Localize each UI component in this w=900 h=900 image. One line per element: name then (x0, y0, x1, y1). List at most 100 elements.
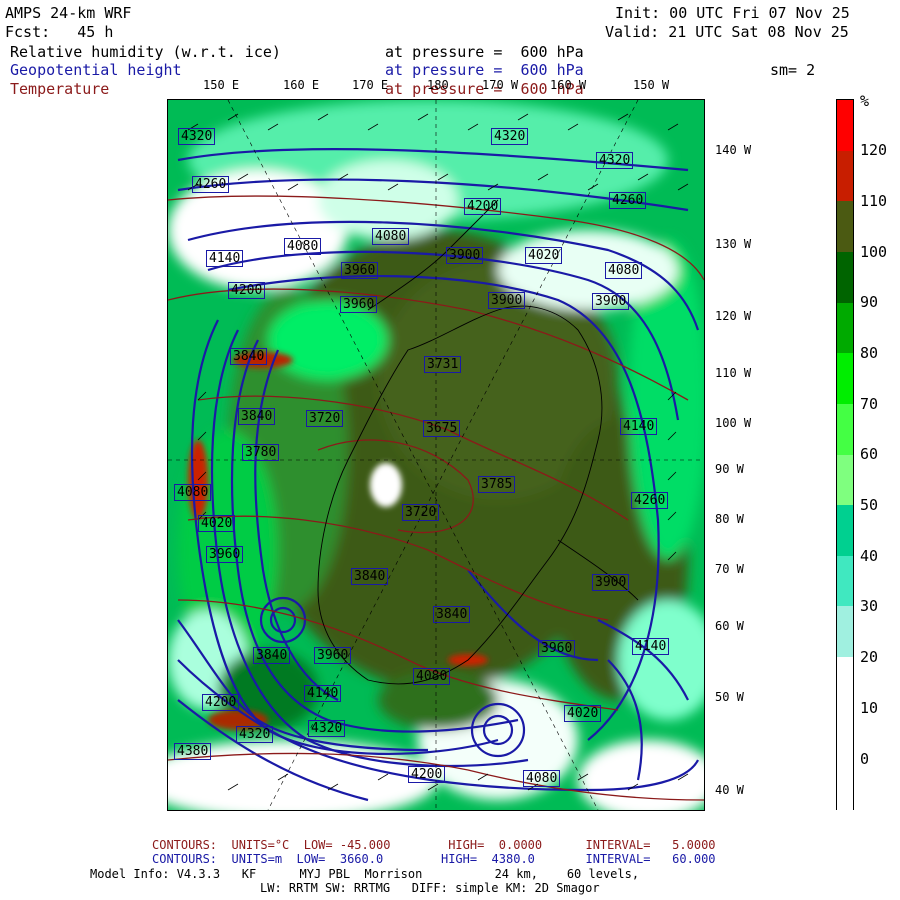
field-height-level: at pressure = 600 hPa (385, 61, 584, 79)
height-label: 3840 (433, 606, 471, 623)
height-label: 3840 (351, 568, 389, 585)
height-label: 4140 (304, 685, 342, 702)
height-label: 4020 (198, 515, 236, 532)
colorbar-segment (837, 100, 853, 152)
right-lon-label: 120 W (715, 309, 752, 323)
colorbar-label: 60 (860, 445, 879, 463)
height-label: 3960 (340, 296, 378, 313)
field-height-name: Geopotential height (10, 61, 182, 79)
field-rh-level: at pressure = 600 hPa (385, 43, 584, 61)
colorbar-label: 90 (860, 293, 879, 311)
height-label: 4320 (236, 726, 274, 743)
right-lon-label: 90 W (715, 462, 744, 476)
height-label: 4020 (525, 247, 563, 264)
colorbar (836, 99, 854, 810)
right-lon-label: 60 W (715, 619, 744, 633)
height-label: 4260 (609, 192, 647, 209)
model-info: Model Info: V4.3.3 KF MYJ PBL Morrison 2… (90, 867, 640, 881)
height-label: 3720 (306, 410, 344, 427)
colorbar-segment (837, 606, 853, 659)
height-label: 3900 (592, 293, 630, 310)
valid-time: Valid: 21 UTC Sat 08 Nov 25 (605, 23, 849, 41)
temp-contour-info: CONTOURS: UNITS=°C LOW= -45.000 HIGH= 0.… (152, 838, 716, 852)
colorbar-segment (837, 201, 853, 253)
colorbar-unit: % (860, 92, 870, 110)
height-label: 3900 (592, 574, 630, 591)
top-lon-label: 150 W (633, 78, 670, 92)
height-label: 3785 (478, 476, 516, 493)
height-label: 4080 (605, 262, 643, 279)
colorbar-segment (837, 251, 853, 304)
height-label: 4140 (206, 250, 244, 267)
colorbar-label: 40 (860, 547, 879, 565)
right-lon-label: 40 W (715, 783, 744, 797)
right-lon-label: 140 W (715, 143, 752, 157)
height-label: 3840 (253, 647, 291, 664)
colorbar-label: 70 (860, 395, 879, 413)
right-lon-label: 50 W (715, 690, 744, 704)
colorbar-label: 110 (860, 192, 888, 210)
init-time: Init: 00 UTC Fri 07 Nov 25 (615, 4, 850, 22)
top-lon-label: 180 (427, 78, 449, 92)
colorbar-segment (837, 657, 853, 709)
height-label: 3960 (341, 262, 379, 279)
height-label: 3900 (488, 292, 526, 309)
map-panel: 4320 4260 4320 4200 4320 4260 4080 4080 … (167, 99, 705, 811)
smoothing-value: sm= 2 (770, 61, 816, 79)
height-label: 4080 (413, 668, 451, 685)
colorbar-segment (837, 454, 853, 507)
colorbar-label: 30 (860, 597, 879, 615)
colorbar-label: 100 (860, 243, 888, 261)
right-lon-label: 130 W (715, 237, 752, 251)
height-label: 4080 (284, 238, 322, 255)
height-contour-info: CONTOURS: UNITS=m LOW= 3660.0 HIGH= 4380… (152, 852, 716, 866)
height-label: 4320 (491, 128, 529, 145)
height-label: 4380 (174, 743, 212, 760)
right-lon-label: 70 W (715, 562, 744, 576)
forecast-hour: Fcst: 45 h (5, 23, 114, 41)
top-lon-label: 160 E (283, 78, 320, 92)
colorbar-label: 80 (860, 344, 879, 362)
height-label: 3675 (423, 420, 461, 437)
height-label: 3960 (314, 647, 352, 664)
colorbar-segment (837, 302, 853, 355)
height-label: 4020 (564, 705, 602, 722)
model-title: AMPS 24-km WRF (5, 4, 132, 22)
height-label: 3720 (402, 504, 440, 521)
colorbar-label: 120 (860, 141, 888, 159)
height-label: 4140 (632, 638, 670, 655)
right-lon-label: 80 W (715, 512, 744, 526)
height-label: 3840 (230, 348, 268, 365)
height-label: 3960 (206, 546, 244, 563)
top-lon-label: 170 W (482, 78, 519, 92)
colorbar-segment (837, 403, 853, 456)
colorbar-segment (837, 353, 853, 405)
colorbar-segment (837, 505, 853, 557)
height-label: 4200 (202, 694, 240, 711)
colorbar-segment (837, 707, 853, 760)
field-temp-name: Temperature (10, 80, 110, 98)
height-label: 4320 (308, 720, 346, 737)
colorbar-label: 20 (860, 648, 879, 666)
height-label: 4140 (620, 418, 658, 435)
height-label: 3731 (424, 356, 462, 373)
colorbar-label: 50 (860, 496, 879, 514)
right-lon-label: 100 W (715, 416, 752, 430)
height-label: 3960 (538, 640, 576, 657)
height-label: 4200 (464, 198, 502, 215)
height-label: 3780 (242, 444, 280, 461)
field-rh-name: Relative humidity (w.r.t. ice) (10, 43, 281, 61)
height-label: 4320 (178, 128, 216, 145)
colorbar-segment (837, 555, 853, 608)
height-label: 4320 (596, 152, 634, 169)
colorbar-segment (837, 758, 853, 810)
top-lon-label: 150 E (203, 78, 240, 92)
height-label: 4080 (523, 770, 561, 787)
top-lon-label: 170 E (352, 78, 389, 92)
colorbar-segment (837, 150, 853, 203)
height-label: 4200 (228, 282, 266, 299)
colorbar-label: 0 (860, 750, 870, 768)
right-lon-label: 110 W (715, 366, 752, 380)
height-label: 4200 (408, 766, 446, 783)
height-label: 4080 (174, 484, 212, 501)
